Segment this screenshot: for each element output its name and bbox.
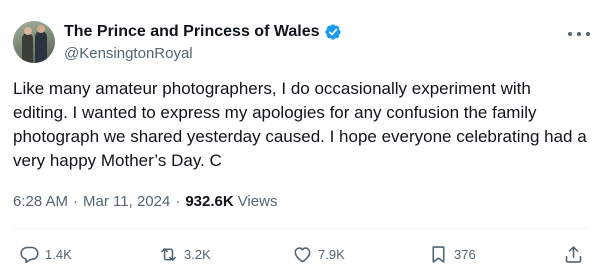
share-icon	[565, 245, 582, 263]
avatar[interactable]	[13, 21, 55, 63]
verified-badge-icon	[324, 24, 341, 40]
share-button[interactable]	[563, 240, 584, 268]
views-count: 932.6K	[185, 193, 234, 210]
tweet-text: Like many amateur photographers, I do oc…	[13, 79, 587, 170]
repost-button[interactable]: 3.2K	[158, 240, 211, 268]
reply-icon	[20, 246, 39, 263]
tweet-meta: 6:28 AM · Mar 11, 2024 · 932.6K Views	[13, 192, 277, 212]
tweet: The Prince and Princess of Wales @Kensin…	[0, 0, 600, 280]
bookmark-icon	[432, 245, 445, 263]
tweet-time[interactable]: 6:28 AM	[13, 192, 68, 212]
author-name-row: The Prince and Princess of Wales	[64, 22, 342, 42]
meta-separator: ·	[175, 193, 181, 210]
display-name[interactable]: The Prince and Princess of Wales	[64, 22, 320, 42]
bookmark-button[interactable]: 376	[428, 240, 476, 268]
repost-icon	[161, 247, 176, 261]
repost-count: 3.2K	[184, 246, 211, 262]
divider	[13, 228, 588, 229]
meta-separator: ·	[73, 193, 79, 210]
views-label: Views	[237, 193, 278, 210]
reply-button[interactable]: 1.4K	[19, 240, 72, 268]
more-options-icon[interactable]	[568, 24, 590, 44]
action-bar: 1.4K 3.2K 7.9K 376	[0, 240, 600, 268]
tweet-date[interactable]: Mar 11, 2024	[83, 192, 170, 212]
like-count: 7.9K	[318, 246, 345, 262]
user-handle[interactable]: @KensingtonRoyal	[64, 44, 193, 64]
like-button[interactable]: 7.9K	[292, 240, 345, 268]
heart-icon	[294, 246, 311, 262]
bookmark-count: 376	[454, 246, 476, 262]
reply-count: 1.4K	[45, 246, 72, 262]
